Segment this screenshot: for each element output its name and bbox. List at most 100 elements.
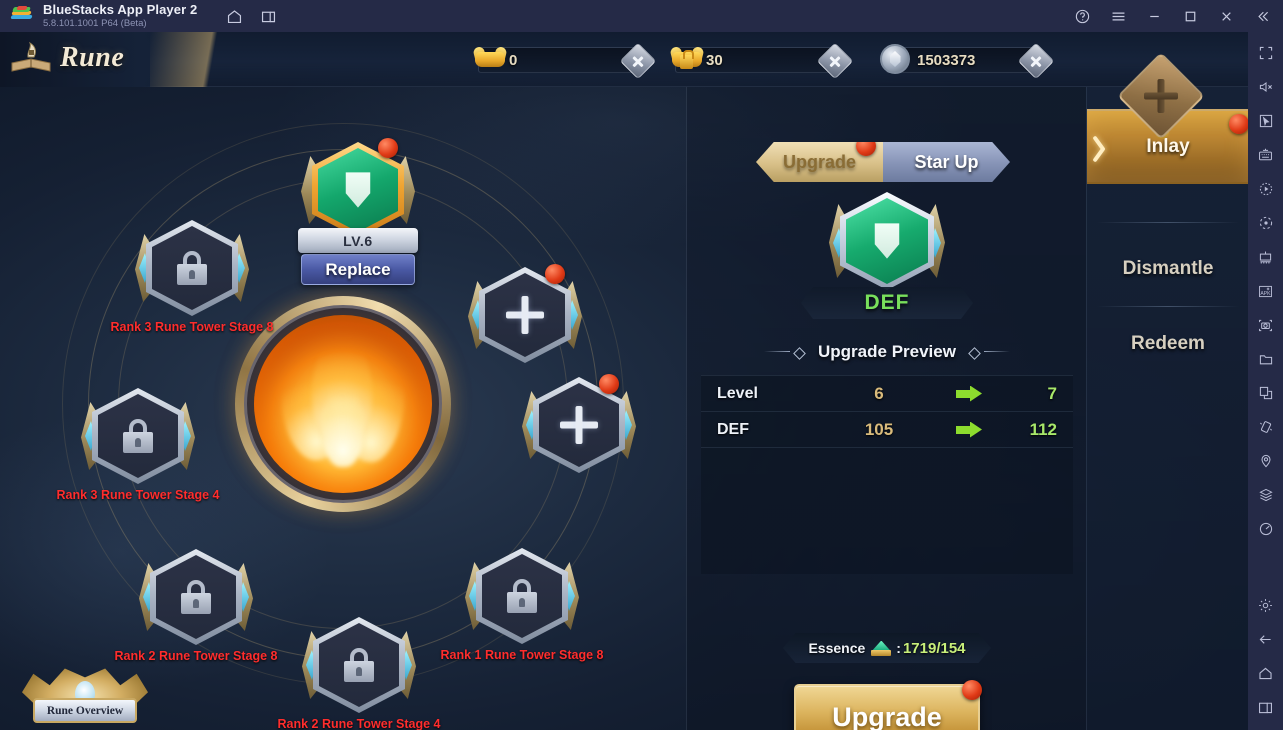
location-icon[interactable]: [1251, 446, 1281, 476]
divider-ornament-left-icon: [764, 347, 808, 357]
home-nav-icon[interactable]: [1251, 658, 1281, 688]
titlebar-left-actions: [219, 1, 283, 31]
stat-current-value: 6: [874, 383, 884, 403]
central-fire-orb: [235, 296, 451, 512]
lock-icon: [506, 579, 538, 613]
tab-upgrade[interactable]: Upgrade: [756, 142, 883, 182]
sidebar-item-label: Redeem: [1131, 332, 1205, 354]
bluestacks-toolbar: APK: [1248, 32, 1283, 730]
eco-mode-icon[interactable]: [1251, 480, 1281, 510]
performance-icon[interactable]: [1251, 514, 1281, 544]
game-viewport: Rune 0 30 1503373 LV.6 Replace Rank 3 Ru…: [0, 32, 1248, 730]
stat-arrow-cell: [931, 385, 1007, 402]
minimize-icon[interactable]: [1137, 0, 1171, 32]
locked-rune-slot-1[interactable]: Rank 3 Rune Tower Stage 8: [110, 220, 274, 334]
upgrade-preview-table: Level 6 7 DEF 105 112: [701, 375, 1073, 574]
currency-gold-value: 0: [509, 51, 518, 69]
home-icon[interactable]: [219, 1, 249, 31]
locked-rune-slot-4[interactable]: Rank 2 Rune Tower Stage 4: [277, 617, 441, 730]
keyboard-controls-icon[interactable]: [1251, 140, 1281, 170]
chevron-right-icon: [1093, 135, 1113, 161]
tab-star-up[interactable]: Star Up: [883, 142, 1010, 182]
collapse-sidebar-icon[interactable]: [1245, 0, 1279, 32]
fullscreen-icon[interactable]: [1251, 38, 1281, 68]
app-root: BlueStacks App Player 2 5.8.101.1001 P64…: [0, 0, 1283, 730]
app-version: 5.8.101.1001 P64 (Beta): [43, 17, 147, 29]
silver-coin-icon: [880, 44, 910, 74]
help-icon[interactable]: [1065, 0, 1099, 32]
currency-gold-bar: 0: [472, 42, 657, 80]
def-rune-icon: [345, 172, 371, 208]
add-silver-button[interactable]: [1017, 42, 1055, 80]
notification-dot: [545, 264, 565, 284]
replace-button-label: Replace: [325, 259, 391, 279]
arrow-right-icon: [956, 421, 982, 438]
titlebar-text-group: BlueStacks App Player 2 5.8.101.1001 P64…: [43, 3, 197, 29]
notification-dot: [378, 138, 398, 158]
lock-icon: [176, 251, 208, 285]
upgrade-button-label: Upgrade: [832, 701, 942, 730]
maximize-icon[interactable]: [1173, 0, 1207, 32]
mute-icon[interactable]: [1251, 72, 1281, 102]
lock-icon: [180, 580, 212, 614]
lock-icon: [122, 419, 154, 453]
currency-silver-bar: 1503373: [880, 42, 1055, 80]
locked-slot-label: Rank 3 Rune Tower Stage 4: [56, 488, 220, 502]
essence-label: Essence: [808, 640, 866, 656]
back-icon[interactable]: [1251, 624, 1281, 654]
sidebar-item-label: Dismantle: [1122, 257, 1214, 279]
sidebar-item-redeem[interactable]: Redeem: [1087, 306, 1248, 381]
macro-record-icon[interactable]: [1251, 174, 1281, 204]
cursor-icon[interactable]: [1251, 106, 1281, 136]
add-bound-gold-button[interactable]: [816, 42, 854, 80]
locked-rune-slot-5[interactable]: Rank 1 Rune Tower Stage 8: [440, 548, 604, 662]
add-gold-button[interactable]: [619, 42, 657, 80]
multi-instance-icon[interactable]: [253, 1, 283, 31]
titlebar-window-controls: [1065, 0, 1283, 32]
tab-star-up-label: Star Up: [914, 151, 979, 172]
shake-icon[interactable]: [1251, 412, 1281, 442]
close-icon[interactable]: [1209, 0, 1243, 32]
notification-dot: [856, 142, 876, 156]
divider-ornament-right-icon: [966, 347, 1010, 357]
upgrade-button[interactable]: Upgrade: [794, 680, 982, 730]
essence-icon: [871, 640, 892, 656]
rotate-icon[interactable]: [1251, 208, 1281, 238]
bluestacks-logo-icon: [10, 6, 33, 26]
locked-rune-slot-2[interactable]: Rank 3 Rune Tower Stage 4: [56, 388, 220, 502]
gold-ingot-icon: [472, 43, 508, 73]
selected-rune-display: [829, 192, 934, 290]
copy-paste-icon[interactable]: [1251, 378, 1281, 408]
script-icon[interactable]: [1251, 242, 1281, 272]
replace-button[interactable]: Replace: [301, 254, 415, 285]
upgrade-preview-header: Upgrade Preview: [747, 339, 1027, 365]
rune-type-plate: DEF: [801, 287, 973, 319]
essence-value: 1719/154: [902, 639, 966, 657]
stat-next-value: 7: [1047, 383, 1057, 403]
add-rune-slot-right-top[interactable]: [468, 264, 571, 363]
media-folder-icon[interactable]: [1251, 344, 1281, 374]
lock-icon: [343, 648, 375, 682]
currency-bound-gold: 30: [669, 42, 854, 80]
rune-wheel-panel: LV.6 Replace Rank 3 Rune Tower Stage 8 R…: [0, 87, 686, 730]
screenshot-icon[interactable]: [1251, 310, 1281, 340]
header-sweep-decoration: [150, 32, 270, 87]
recents-icon[interactable]: [1251, 692, 1281, 722]
table-row: DEF 105 112: [701, 412, 1073, 448]
currency-bound-gold-value: 30: [706, 51, 723, 69]
install-apk-icon[interactable]: APK: [1251, 276, 1281, 306]
rune-type-label: DEF: [864, 291, 910, 314]
add-rune-slot-right-mid[interactable]: [522, 374, 625, 473]
locked-rune-slot-3[interactable]: Rank 2 Rune Tower Stage 8: [114, 549, 278, 663]
sidebar-item-label: Inlay: [1146, 135, 1190, 157]
equipped-rune-slot[interactable]: LV.6 Replace: [298, 138, 418, 285]
menu-icon[interactable]: [1101, 0, 1135, 32]
sidebar-item-dismantle[interactable]: Dismantle: [1087, 231, 1248, 306]
rune-overview-button[interactable]: Rune Overview: [22, 665, 148, 727]
app-title: BlueStacks App Player 2: [43, 2, 198, 18]
plus-icon: [504, 294, 546, 336]
settings-icon[interactable]: [1251, 590, 1281, 620]
stat-current-value: 105: [864, 419, 894, 439]
essence-bar: Essence : 1719/154: [783, 633, 991, 663]
bound-gold-ingot-icon: [669, 43, 705, 73]
